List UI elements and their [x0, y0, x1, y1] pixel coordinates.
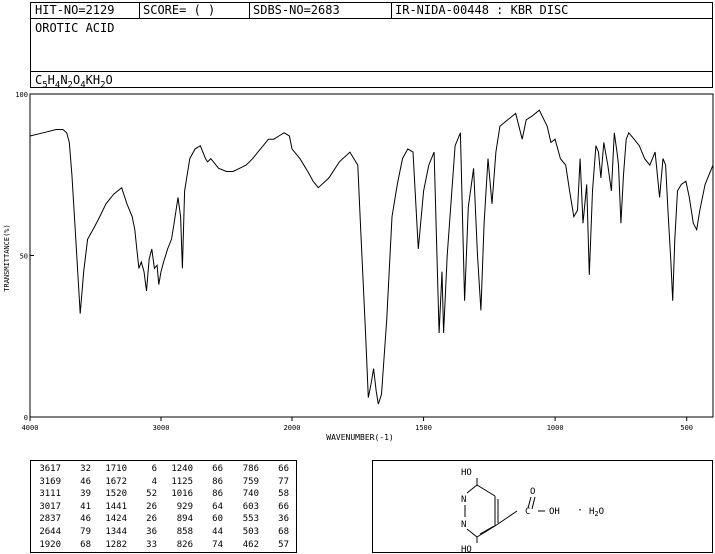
peak-transmittance: 58	[278, 489, 289, 500]
peak-transmittance: 77	[278, 476, 289, 487]
peak-transmittance: 46	[80, 476, 91, 487]
x-axis: 4000 3000 2000 1500 1000 500	[22, 417, 693, 432]
ring-nitrogen-top: N	[461, 495, 466, 505]
peak-transmittance: 33	[146, 539, 157, 550]
peak-transmittance: 44	[212, 527, 223, 537]
x-tick-label: 1000	[547, 424, 564, 432]
peak-transmittance: 68	[278, 527, 289, 537]
peak-transmittance: 46	[80, 514, 91, 525]
ir-spectrum-chart: 0 50 100 4000 3000 2000 1500 1000 500 WAVENUMBE…	[3, 91, 714, 442]
peak-wavenumber: 3617	[39, 464, 61, 474]
peak-wavenumber: 462	[242, 539, 259, 550]
peak-table: 3617 32 3169 46 3111 39 3017 41 2837 46 2644 79 1920…	[30, 460, 297, 553]
peak-wavenumber: 1424	[105, 514, 127, 525]
y-tick-label: 0	[24, 414, 28, 422]
peak-transmittance: 66	[278, 464, 289, 474]
plot-frame	[29, 93, 714, 418]
peak-wavenumber: 3169	[39, 476, 61, 487]
peak-wavenumber: 1920	[39, 539, 61, 550]
peak-transmittance: 6	[151, 464, 157, 474]
peak-transmittance: 36	[146, 527, 157, 537]
peak-transmittance: 66	[278, 501, 289, 512]
carbonyl-oxygen-label: O	[530, 487, 535, 497]
peak-wavenumber: 1125	[171, 476, 193, 487]
peak-wavenumber: 894	[176, 514, 193, 525]
x-tick-label: 2000	[284, 424, 301, 432]
peak-wavenumber: 759	[242, 476, 259, 487]
hydroxyl-top-label: HO	[461, 468, 472, 478]
peak-wavenumber: 929	[176, 501, 193, 512]
peak-wavenumber: 858	[176, 527, 193, 537]
spectrum-line	[29, 109, 714, 405]
peak-transmittance: 4	[151, 476, 157, 487]
peak-transmittance: 68	[80, 539, 91, 550]
peak-wavenumber: 1344	[105, 527, 127, 537]
ring-nitrogen-bottom: N	[461, 520, 466, 530]
peak-wavenumber: 1672	[105, 476, 127, 487]
peak-transmittance: 32	[80, 464, 91, 474]
x-axis-label: WAVENUMBER(-1)	[326, 433, 393, 442]
x-tick-label: 3000	[153, 424, 170, 432]
peak-transmittance: 26	[146, 501, 157, 512]
structure-panel: HO N N HO C O OH · H2O	[372, 460, 713, 554]
peak-transmittance: 36	[278, 514, 289, 525]
peak-transmittance: 74	[212, 539, 223, 550]
peak-wavenumber: 740	[242, 489, 259, 500]
peak-wavenumber: 603	[242, 501, 259, 512]
water-o: O	[599, 507, 604, 517]
water-label: H2O	[589, 507, 604, 518]
peak-transmittance: 79	[80, 527, 91, 537]
peak-transmittance: 64	[212, 501, 223, 512]
peak-transmittance: 41	[80, 501, 91, 512]
peak-transmittance: 52	[146, 489, 157, 500]
peak-transmittance: 39	[80, 489, 91, 500]
peak-wavenumber: 1441	[105, 501, 127, 512]
y-axis-label: TRANSMITTANCE(%)	[3, 224, 11, 291]
peak-wavenumber: 1710	[105, 464, 127, 474]
peak-transmittance: 86	[212, 476, 223, 487]
peak-transmittance: 57	[278, 539, 289, 550]
x-tick-label: 500	[680, 424, 693, 432]
peak-wavenumber: 503	[242, 527, 259, 537]
peak-wavenumber: 826	[176, 539, 193, 550]
peak-wavenumber: 1240	[171, 464, 193, 474]
peak-wavenumber: 1520	[105, 489, 127, 500]
peak-wavenumber: 3017	[39, 501, 61, 512]
x-tick-label: 4000	[22, 424, 39, 432]
peak-wavenumber: 1016	[171, 489, 193, 500]
peak-transmittance: 60	[212, 514, 223, 525]
peak-transmittance: 26	[146, 514, 157, 525]
peak-wavenumber: 2644	[39, 527, 61, 537]
y-axis: 0 50 100	[15, 91, 34, 422]
carboxyl-carbon-label: C	[525, 507, 530, 517]
peak-transmittance: 66	[212, 464, 223, 474]
peak-wavenumber: 553	[242, 514, 259, 525]
peak-wavenumber: 3111	[39, 489, 61, 500]
peak-wavenumber: 2837	[39, 514, 61, 525]
hydrate-dot: ·	[577, 505, 583, 516]
carboxyl-oh-label: OH	[549, 507, 560, 517]
peak-wavenumber: 786	[242, 464, 259, 474]
x-tick-label: 1500	[415, 424, 432, 432]
peak-wavenumber: 1282	[105, 539, 127, 550]
peak-transmittance: 86	[212, 489, 223, 500]
structure-diagram: HO N N HO C O OH · H2O	[461, 468, 604, 554]
y-tick-label: 100	[15, 91, 28, 99]
y-tick-label: 50	[20, 253, 28, 261]
